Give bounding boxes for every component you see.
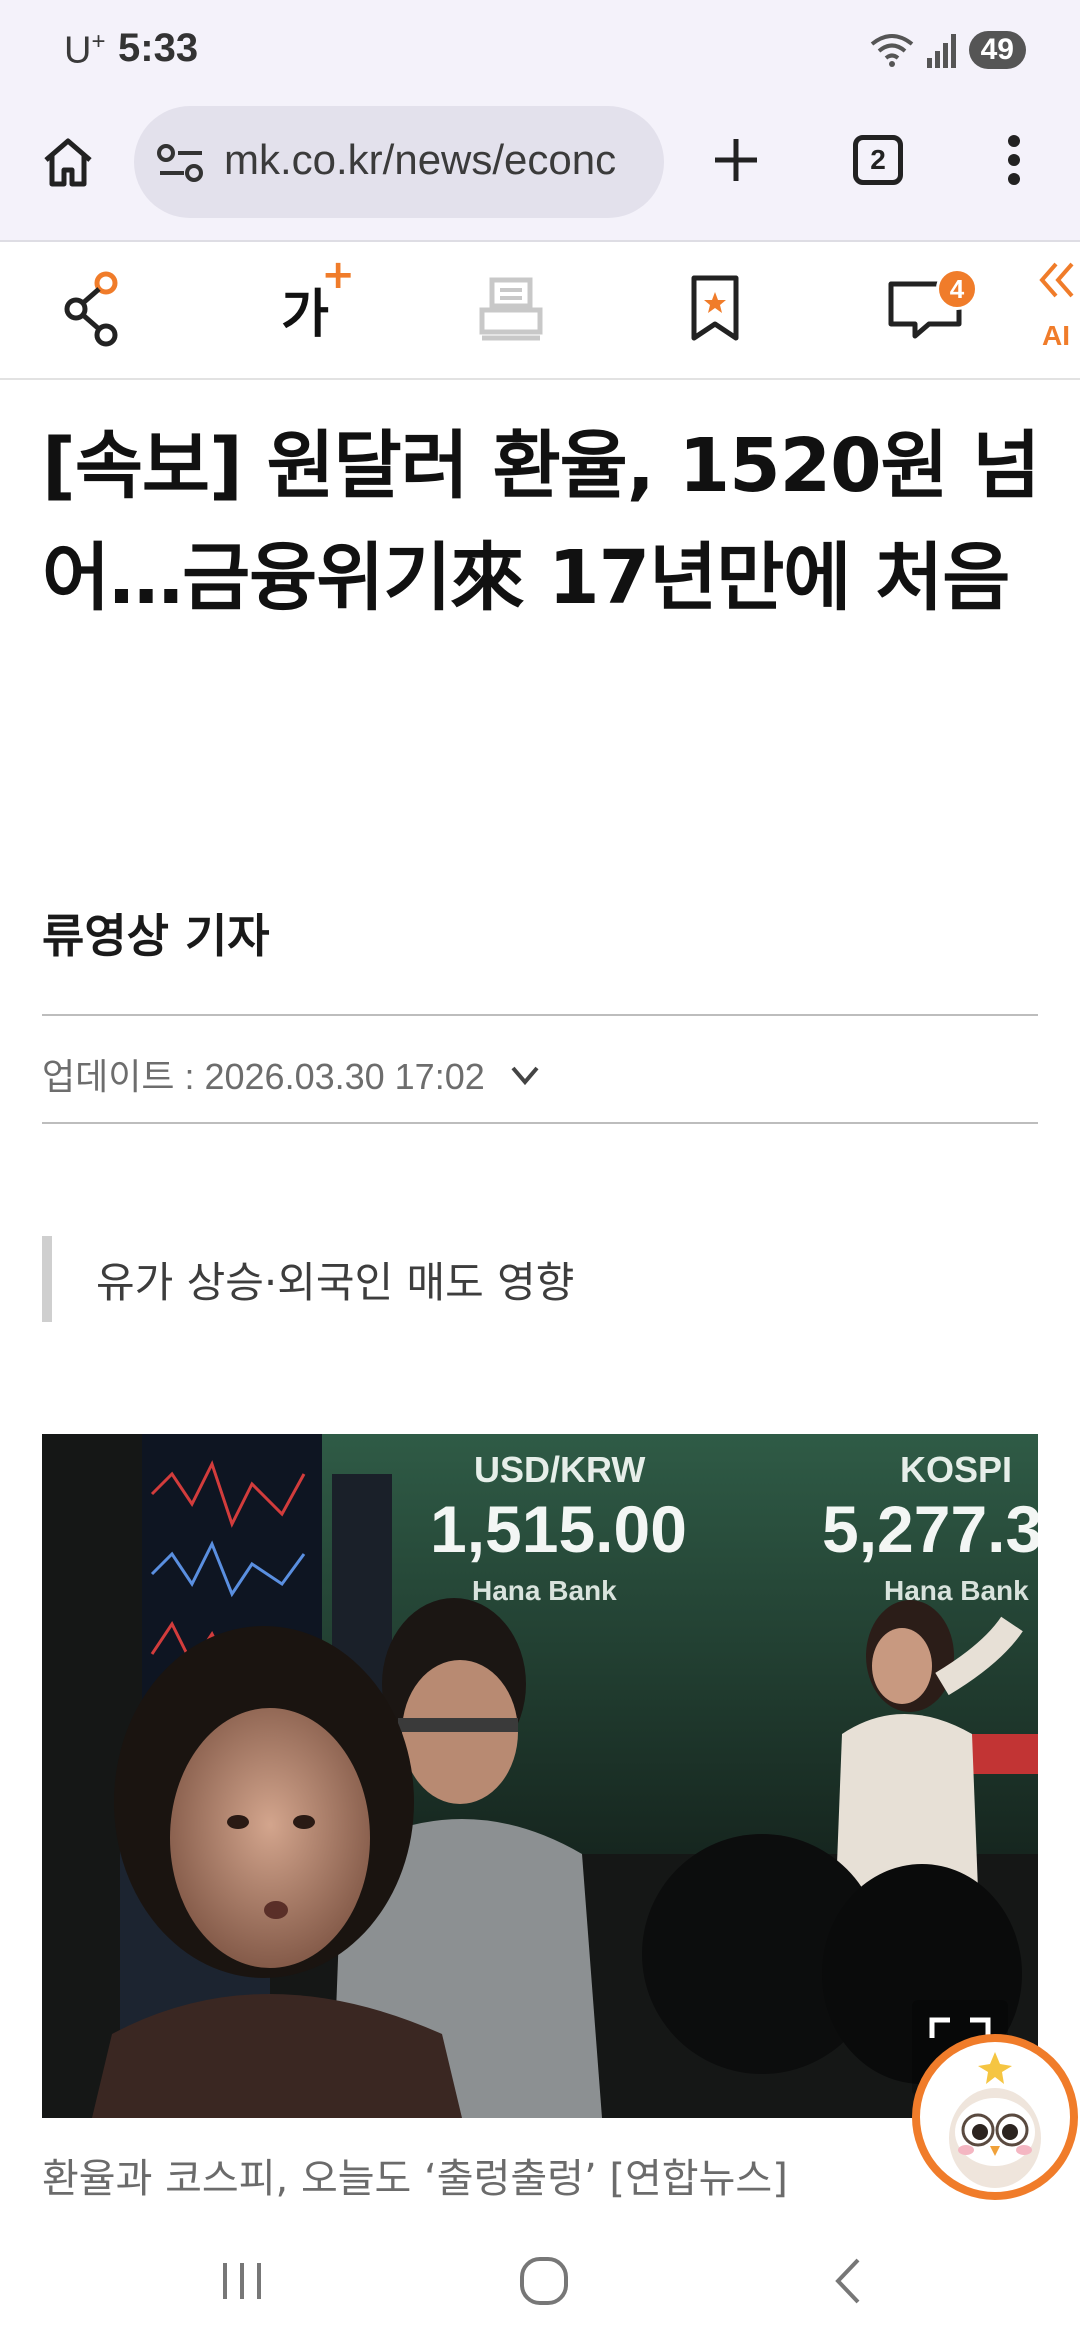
clock: 5:33 [118,26,199,70]
photo-scene: USD/KRW 1,515.00 Hana Bank KOSPI 5,277.3… [42,1434,1038,2118]
status-icons: 49 [869,26,1026,74]
divider [42,1122,1038,1124]
board-value-usd: 1,515.00 [430,1492,687,1566]
signal-icon [926,34,956,68]
update-timestamp[interactable]: 업데이트 : 2026.03.30 17:02 [42,1048,545,1100]
bookmark-button[interactable] [670,264,760,354]
photo-caption: 환율과 코스피, 오늘도 ‘출렁출렁’ [연합뉴스] [42,2156,788,2202]
owl-mascot-button[interactable] [912,2034,1078,2200]
plus-icon [715,139,757,181]
system-nav-bar [0,2220,1080,2340]
board-label-kospi: KOSPI [900,1449,1012,1490]
article-toolbar: 가 + 4 AI [0,244,1080,380]
comment-count-badge: 4 [936,268,978,310]
site-settings-icon[interactable] [156,140,206,186]
url-text[interactable]: mk.co.kr/news/econc [224,136,648,184]
double-chevron-left-icon [1039,262,1074,298]
status-bar: U+ 5:33 49 [0,0,1080,100]
article-subheading: 유가 상승·외국인 매도 영향 [42,1236,574,1322]
article-headline: [속보] 원달러 환율, 1520원 넘어…금융위기來 17년만에 처음 [42,423,1040,621]
more-menu-button[interactable] [992,124,1036,196]
print-icon [479,277,543,341]
home-button[interactable] [36,130,100,194]
back-icon [835,2258,860,2304]
battery-indicator: 49 [968,31,1026,69]
chevron-down-icon [511,1066,539,1086]
home-icon [44,138,92,187]
wifi-icon [870,34,913,67]
tab-count: 2 [853,135,903,185]
reporter-name[interactable]: 류영상 기자 [42,900,270,966]
recents-button[interactable] [202,2246,282,2316]
share-button[interactable] [50,264,140,354]
board-label-usd: USD/KRW [474,1449,645,1490]
board-value-kospi: 5,277.3 [822,1492,1038,1566]
share-icon [64,271,118,347]
browser-toolbar: mk.co.kr/news/econc 2 [0,100,1080,242]
font-size-button[interactable]: 가 + [260,251,355,354]
font-size-icon: 가 + [281,251,355,345]
more-vert-icon [1008,135,1020,185]
carrier-label: U+ [64,28,106,72]
ai-button[interactable]: AI [1036,258,1080,368]
ai-label: AI [1042,320,1070,351]
home-nav-button[interactable] [504,2246,584,2316]
owl-mascot-icon [949,2052,1041,2188]
bookmark-icon [691,275,739,341]
new-tab-button[interactable] [700,124,772,196]
update-text: 업데이트 : 2026.03.30 17:02 [42,1056,485,1097]
home-circle-icon [520,2257,568,2305]
board-brand-left: Hana Bank [472,1575,617,1606]
address-bar[interactable]: mk.co.kr/news/econc [134,106,664,218]
tab-switcher-button[interactable]: 2 [846,128,910,192]
back-button[interactable] [808,2246,888,2316]
divider [42,1014,1038,1016]
comments-button[interactable]: 4 [870,264,980,354]
article-photo[interactable]: USD/KRW 1,515.00 Hana Bank KOSPI 5,277.3… [42,1434,1038,2118]
print-button[interactable] [466,264,556,354]
recents-icon [223,2263,261,2299]
